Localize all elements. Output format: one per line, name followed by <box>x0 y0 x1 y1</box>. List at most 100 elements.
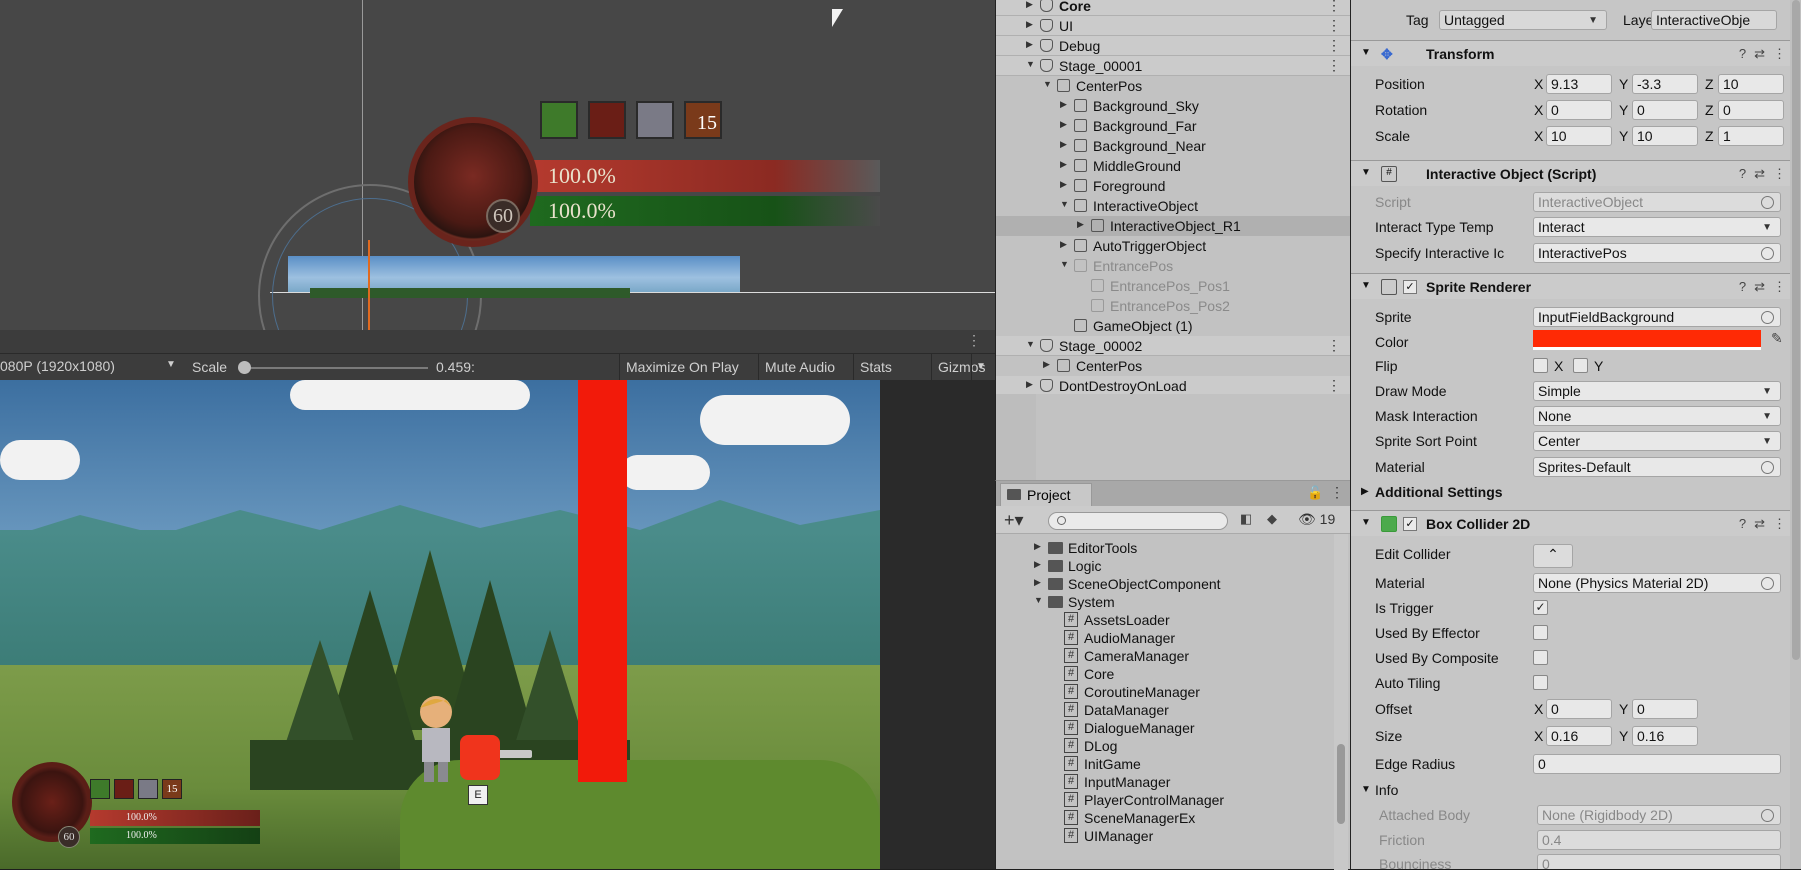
hidden-packages-count[interactable]: 👁 19 <box>1298 511 1335 528</box>
collider-material-field[interactable]: None (Physics Material 2D) <box>1533 573 1781 593</box>
game-view[interactable]: E 100.0% 100.0% 60 15 <box>0 380 880 869</box>
box-collider-header[interactable]: ▼ ✓ Box Collider 2D ?⇄⋮ <box>1351 510 1801 536</box>
material-field[interactable]: Sprites-Default <box>1533 457 1781 477</box>
collapse-icon[interactable]: ▼ <box>1026 59 1035 69</box>
offset-x-field[interactable]: 0 <box>1546 699 1612 719</box>
position-z-field[interactable]: 10 <box>1718 74 1784 94</box>
expand-icon[interactable]: ▶ <box>1060 139 1067 150</box>
color-swatch[interactable] <box>1533 330 1761 350</box>
project-script[interactable]: # CoroutineManager <box>996 682 1326 702</box>
search-by-label-icon[interactable]: ◆ <box>1262 511 1282 529</box>
component-enabled-checkbox[interactable]: ✓ <box>1403 517 1417 531</box>
sprite-renderer-header[interactable]: ▼ ✓ Sprite Renderer ?⇄⋮ <box>1351 273 1801 299</box>
edit-collider-button[interactable]: ⌃ <box>1533 544 1573 568</box>
scale-slider-handle[interactable] <box>238 361 251 374</box>
expand-icon[interactable]: ▶ <box>1034 577 1041 588</box>
scene-menu-icon[interactable]: ⋮ <box>1327 337 1341 354</box>
hierarchy-item[interactable]: ▼ EntrancePos <box>996 256 1351 276</box>
expand-icon[interactable]: ▶ <box>1060 179 1067 190</box>
rotation-z-field[interactable]: 0 <box>1718 100 1784 120</box>
draw-mode-dropdown[interactable]: Simple ▼ <box>1533 381 1781 401</box>
project-script[interactable]: # UIManager <box>996 826 1326 846</box>
component-tools-icon[interactable]: ?⇄⋮ <box>1739 166 1794 182</box>
component-tools-icon[interactable]: ?⇄⋮ <box>1739 279 1794 295</box>
project-script[interactable]: # PlayerControlManager <box>996 790 1326 810</box>
auto-tiling-checkbox[interactable] <box>1533 675 1548 690</box>
resolution-dropdown[interactable]: 080P (1920x1080) <box>0 358 180 374</box>
chevron-down-icon[interactable]: ▼ <box>166 359 176 370</box>
player-character[interactable] <box>410 690 462 785</box>
scene-menu-icon[interactable]: ⋮ <box>1327 377 1341 394</box>
project-folder[interactable]: ▶ EditorTools <box>996 538 1326 558</box>
hierarchy-item[interactable]: ▶ InteractiveObject_R1 <box>996 216 1351 236</box>
more-menu-icon[interactable]: ⋮ <box>1330 484 1344 501</box>
project-script[interactable]: # CameraManager <box>996 646 1326 666</box>
mask-dropdown[interactable]: None ▼ <box>1533 406 1781 426</box>
hierarchy-item[interactable]: ▶ Foreground <box>996 176 1351 196</box>
scene-menu-icon[interactable]: ⋮ <box>1327 17 1341 34</box>
project-search-input[interactable] <box>1048 512 1228 530</box>
hierarchy-item[interactable]: ▶ DontDestroyOnLoad ⋮ <box>996 376 1351 396</box>
hierarchy-item[interactable]: EntrancePos_Pos2 <box>996 296 1351 316</box>
expand-icon[interactable]: ▶ <box>1034 541 1041 552</box>
gizmos-dropdown-icon[interactable]: ▼ <box>971 354 990 380</box>
project-script[interactable]: # InitGame <box>996 754 1326 774</box>
collapse-icon[interactable]: ▼ <box>1060 199 1069 209</box>
collapse-icon[interactable]: ▼ <box>1361 47 1371 58</box>
object-picker-icon[interactable] <box>1761 247 1774 260</box>
hierarchy-item[interactable]: ▼ Stage_00001 ⋮ <box>996 56 1351 76</box>
hierarchy-item[interactable]: ▶ Background_Near <box>996 136 1351 156</box>
expand-icon[interactable]: ▶ <box>1043 359 1050 370</box>
hierarchy-item[interactable]: ▶ UI ⋮ <box>996 16 1351 36</box>
interactive-object-sprite[interactable] <box>578 380 627 782</box>
collapse-icon[interactable]: ▼ <box>1361 517 1371 528</box>
tag-dropdown[interactable]: Untagged ▼ <box>1439 10 1607 30</box>
scene-view[interactable]: 100.0% 100.0% 60 15 <box>0 0 995 330</box>
inspector-scrollbar[interactable] <box>1790 0 1801 869</box>
project-script[interactable]: # DLog <box>996 736 1326 756</box>
hierarchy-item[interactable]: ▶ AutoTriggerObject <box>996 236 1351 256</box>
component-tools-icon[interactable]: ?⇄⋮ <box>1739 516 1794 532</box>
expand-icon[interactable]: ▶ <box>1060 159 1067 170</box>
flip-y-checkbox[interactable] <box>1573 358 1588 373</box>
transform-header[interactable]: ▼ ✥ Transform ?⇄⋮ <box>1351 40 1801 66</box>
hierarchy-item[interactable]: ▶ Debug ⋮ <box>996 36 1351 56</box>
project-script[interactable]: # Core <box>996 664 1326 684</box>
eyedropper-icon[interactable]: ✎ <box>1771 330 1783 347</box>
expand-icon[interactable]: ▶ <box>1026 379 1033 390</box>
scrollbar-thumb[interactable] <box>1792 0 1800 660</box>
component-tools-icon[interactable]: ?⇄⋮ <box>1739 46 1794 62</box>
collapse-icon[interactable]: ▼ <box>1026 339 1035 349</box>
scene-menu-icon[interactable]: ⋮ <box>1327 57 1341 74</box>
hierarchy-item[interactable]: GameObject (1) <box>996 316 1351 336</box>
scrollbar-thumb[interactable] <box>1337 744 1345 824</box>
add-asset-button[interactable]: +▾ <box>1004 510 1024 531</box>
sort-point-dropdown[interactable]: Center ▼ <box>1533 431 1781 451</box>
lock-icon[interactable]: 🔓 <box>1307 485 1323 501</box>
hierarchy-item[interactable]: ▶ CenterPos <box>996 356 1351 376</box>
size-y-field[interactable]: 0.16 <box>1632 726 1698 746</box>
edge-radius-field[interactable]: 0 <box>1533 754 1781 774</box>
hierarchy-item[interactable]: ▶ Background_Sky <box>996 96 1351 116</box>
scene-menu-icon[interactable]: ⋮ <box>1327 37 1341 54</box>
size-x-field[interactable]: 0.16 <box>1546 726 1612 746</box>
object-picker-icon[interactable] <box>1761 311 1774 324</box>
hierarchy-item[interactable]: ▼ CenterPos <box>996 76 1351 96</box>
expand-icon[interactable]: ▶ <box>1060 239 1067 250</box>
maximize-on-play-button[interactable]: Maximize On Play <box>619 354 745 380</box>
scale-slider[interactable] <box>244 367 428 369</box>
interact-type-dropdown[interactable]: Interact ▼ <box>1533 217 1781 237</box>
project-folder[interactable]: ▶ Logic <box>996 556 1326 576</box>
collapse-icon[interactable]: ▼ <box>1034 595 1043 605</box>
component-enabled-checkbox[interactable]: ✓ <box>1403 280 1417 294</box>
hierarchy-empty-area[interactable] <box>1036 394 1350 480</box>
collapse-icon[interactable]: ▼ <box>1043 79 1052 89</box>
position-y-field[interactable]: -3.3 <box>1632 74 1698 94</box>
additional-settings-foldout[interactable]: ▶ Additional Settings <box>1351 480 1801 504</box>
project-script[interactable]: # AssetsLoader <box>996 610 1326 630</box>
collapse-icon[interactable]: ▼ <box>1361 167 1371 178</box>
mute-audio-button[interactable]: Mute Audio <box>758 354 841 380</box>
search-by-type-icon[interactable]: ◧ <box>1236 511 1256 529</box>
project-script[interactable]: # InputManager <box>996 772 1326 792</box>
project-folder[interactable]: ▶ SceneObjectComponent <box>996 574 1326 594</box>
